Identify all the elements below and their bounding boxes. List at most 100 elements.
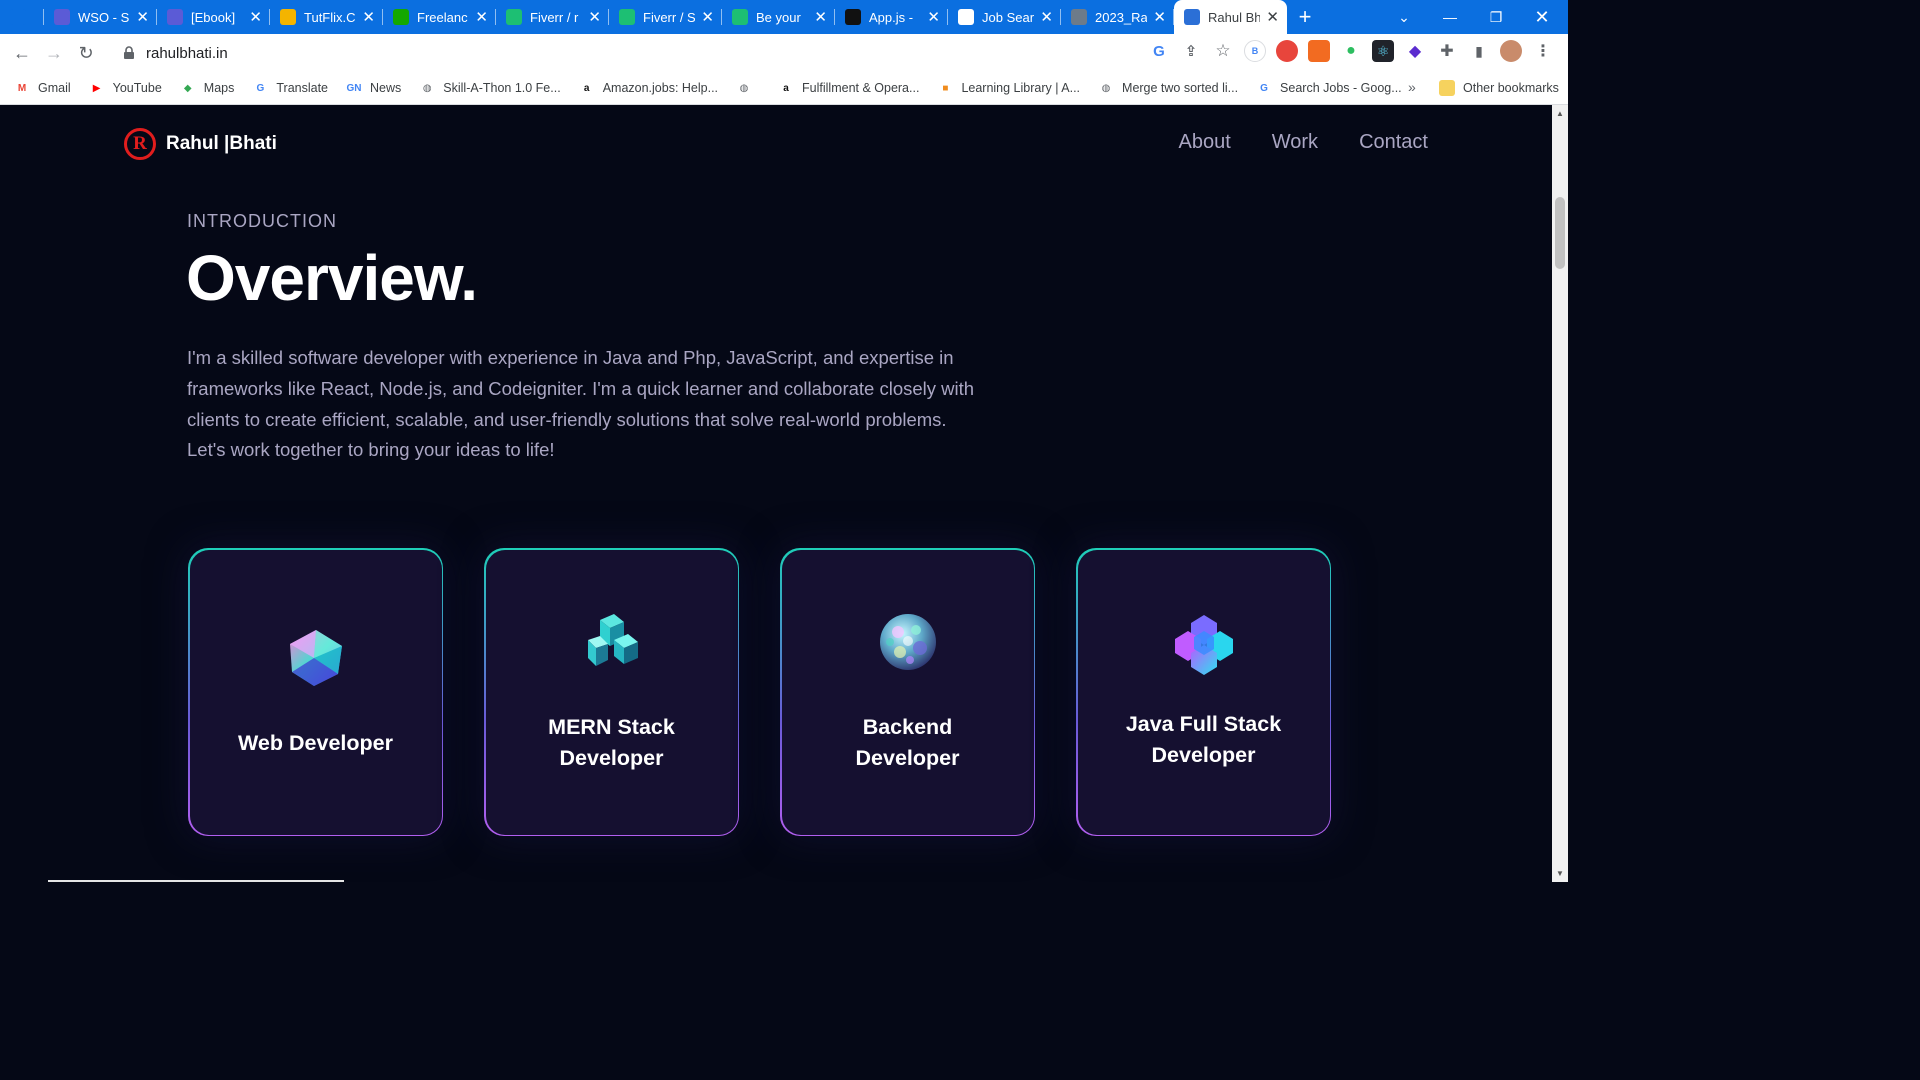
- react-devtools-icon[interactable]: ⚛: [1372, 40, 1394, 62]
- extension-brain-icon[interactable]: [1276, 40, 1298, 62]
- more-bookmarks-button[interactable]: »: [1408, 79, 1416, 95]
- site-logo[interactable]: R Rahul |Bhati: [124, 128, 277, 160]
- extension-b-icon[interactable]: B: [1244, 40, 1266, 62]
- scroll-up-arrow-icon[interactable]: ▲: [1556, 109, 1564, 118]
- tab-close-icon[interactable]: ✕: [588, 8, 601, 26]
- tab-title: Freelanc: [417, 9, 468, 25]
- browser-tab[interactable]: Rahul Bh ✕: [1174, 0, 1287, 34]
- other-bookmarks-folder[interactable]: Other bookmarks: [1439, 80, 1559, 96]
- browser-tab[interactable]: Fiverr / r ✕: [496, 0, 609, 34]
- fiverr-icon: [619, 9, 635, 25]
- address-bar[interactable]: rahulbhati.in: [110, 38, 1170, 68]
- browser-tab[interactable]: TutFlix.C ✕: [270, 0, 383, 34]
- profile-avatar[interactable]: [1500, 40, 1522, 62]
- google-lens-icon[interactable]: G: [1148, 40, 1170, 62]
- cube-icon: ■: [942, 82, 949, 94]
- bookmark-item[interactable]: ▶ YouTube: [89, 80, 162, 96]
- tab-search-icon[interactable]: ⌄: [1381, 0, 1427, 34]
- reload-icon[interactable]: ↻: [70, 37, 102, 69]
- page-scrollbar[interactable]: ▲ ▼: [1552, 105, 1568, 882]
- other-bookmarks-label: Other bookmarks: [1463, 81, 1559, 95]
- nav-contact[interactable]: Contact: [1359, 131, 1428, 154]
- upwork-icon: [393, 9, 409, 25]
- browser-tab[interactable]: 2023_Ra ✕: [1061, 0, 1174, 34]
- back-icon[interactable]: ←: [6, 37, 38, 69]
- restore-icon[interactable]: ❐: [1473, 0, 1519, 34]
- nav-work[interactable]: Work: [1272, 131, 1318, 154]
- globe-icon: [1071, 9, 1087, 25]
- fiverr-icon: [506, 9, 522, 25]
- logo-r-icon: R: [124, 128, 156, 160]
- share-icon[interactable]: ⇪: [1180, 40, 1202, 62]
- forward-icon[interactable]: →: [38, 37, 70, 69]
- bookmark-item[interactable]: ◍: [736, 80, 760, 96]
- browser-tab[interactable]: Fiverr / S ✕: [609, 0, 722, 34]
- extension-calendar-icon[interactable]: [1308, 40, 1330, 62]
- card-title: MERN Stack Developer: [548, 715, 675, 770]
- bookmark-item[interactable]: G Search Jobs - Goog...: [1256, 80, 1401, 96]
- tab-strip: WSO - S ✕ [Ebook] ✕ TutFlix.C ✕ Freelanc ✕ Five…: [0, 0, 1568, 34]
- tab-close-icon[interactable]: ✕: [1153, 8, 1166, 26]
- browser-tab[interactable]: App.js - ✕: [835, 0, 948, 34]
- bookmark-item[interactable]: ■ Learning Library | A...: [937, 80, 1080, 96]
- rb-icon: [1184, 9, 1200, 25]
- new-tab-button[interactable]: +: [1287, 0, 1323, 34]
- overview-paragraph: I'm a skilled software developer with ex…: [187, 347, 975, 461]
- browser-tab[interactable]: Be your ✕: [722, 0, 835, 34]
- tab-close-icon[interactable]: ✕: [927, 8, 940, 26]
- tf-icon: [54, 9, 70, 25]
- site-navbar: R Rahul |Bhati About Work Contact: [0, 105, 1552, 183]
- evernote-icon[interactable]: ●: [1340, 40, 1362, 62]
- minimize-icon[interactable]: —: [1427, 0, 1473, 34]
- browser-tab[interactable]: [0, 0, 44, 34]
- menu-kebab-icon[interactable]: ⋮: [1532, 40, 1554, 62]
- gem-icon: [289, 629, 342, 686]
- close-window-icon[interactable]: ✕: [1519, 0, 1565, 34]
- bookmark-item[interactable]: ◍ Merge two sorted li...: [1098, 80, 1238, 96]
- bookmark-label: Learning Library | A...: [961, 81, 1081, 95]
- bookmark-item[interactable]: G Translate: [252, 80, 328, 96]
- bookmark-star-icon[interactable]: ☆: [1212, 40, 1234, 62]
- tab-title: Be your: [756, 9, 801, 25]
- tab-close-icon[interactable]: ✕: [136, 8, 149, 26]
- bookmark-item[interactable]: a Amazon.jobs: Help...: [579, 80, 718, 96]
- github-icon: [845, 9, 861, 25]
- tab-title: Job Sear: [982, 9, 1035, 25]
- card-title: Web Developer: [238, 730, 393, 755]
- amazon-icon: a: [583, 82, 590, 94]
- scroll-down-arrow-icon[interactable]: ▼: [1556, 869, 1564, 878]
- bookmark-item[interactable]: ◍ Skill-A-Thon 1.0 Fe...: [419, 80, 561, 96]
- bookmark-label: Gmail: [38, 81, 71, 95]
- bookmark-item[interactable]: GN News: [346, 80, 402, 96]
- extensions-puzzle-icon[interactable]: ✚: [1436, 40, 1458, 62]
- browser-tab[interactable]: Job Sear ✕: [948, 0, 1061, 34]
- extension-hat-icon[interactable]: ◆: [1404, 40, 1426, 62]
- bookmark-item[interactable]: a Fulfillment & Opera...: [778, 80, 919, 96]
- section-heading: Overview.: [186, 242, 478, 314]
- tab-close-icon[interactable]: ✕: [475, 8, 488, 26]
- amazon-icon: a: [783, 82, 789, 94]
- tab-close-icon[interactable]: ✕: [1040, 8, 1053, 26]
- scrollbar-thumb[interactable]: [1555, 197, 1565, 269]
- bookmark-label: YouTube: [112, 81, 162, 95]
- sphere-icon: [879, 614, 936, 670]
- service-card-web: Web Developer: [188, 548, 443, 836]
- bookmark-item[interactable]: ◆ Maps: [180, 80, 234, 96]
- news-icon: GN: [346, 82, 362, 94]
- service-card-java: Java Full Stack Developer: [1076, 548, 1331, 836]
- side-panel-icon[interactable]: ▮: [1468, 40, 1490, 62]
- tab-close-icon[interactable]: ✕: [1266, 8, 1279, 26]
- browser-tab[interactable]: [Ebook] ✕: [157, 0, 270, 34]
- tab-close-icon[interactable]: ✕: [362, 8, 375, 26]
- service-card-mern: MERN Stack Developer: [484, 548, 739, 836]
- fiverr-icon: [732, 9, 748, 25]
- tab-close-icon[interactable]: ✕: [249, 8, 262, 26]
- bookmark-item[interactable]: M Gmail: [14, 80, 71, 96]
- browser-tab[interactable]: Freelanc ✕: [383, 0, 496, 34]
- tab-close-icon[interactable]: ✕: [701, 8, 714, 26]
- tab-close-icon[interactable]: ✕: [814, 8, 827, 26]
- translate-icon: G: [256, 82, 265, 94]
- browser-tab[interactable]: WSO - S ✕: [44, 0, 157, 34]
- nav-about[interactable]: About: [1178, 131, 1230, 154]
- page-viewport: R Rahul |Bhati About Work Contact INTROD…: [0, 105, 1552, 882]
